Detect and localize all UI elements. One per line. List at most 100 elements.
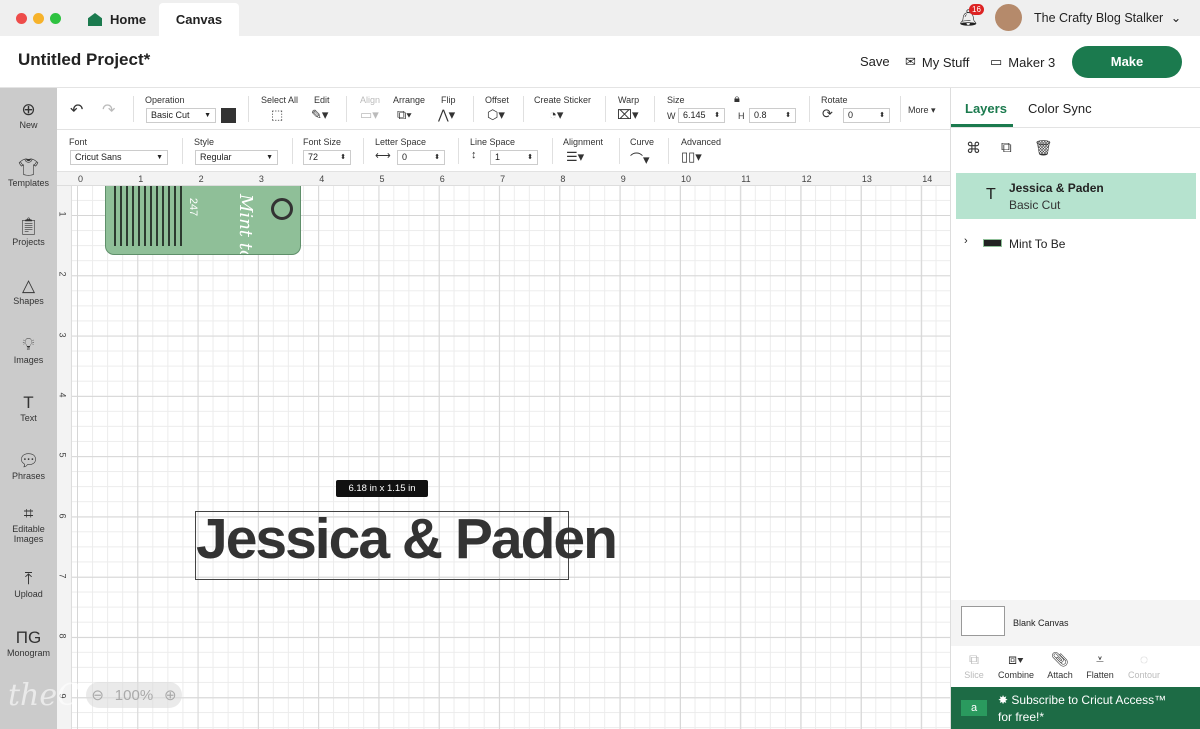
alignment-icon[interactable]: ☰▾ [566,149,584,165]
layer-item-mint-to-be[interactable]: › Mint To Be [956,234,1196,254]
jessica-paden-text[interactable]: Jessica & Paden [196,506,618,572]
maximize-window-button[interactable] [50,13,61,24]
tab-layers[interactable]: Layers [965,101,1007,116]
contour-button[interactable]: ◌ Contour [1121,648,1167,680]
ruler-tick-label: 2 [57,271,68,277]
rotate-value: 0 [848,110,854,120]
flatten-button[interactable]: ⩡ Flatten [1077,648,1123,680]
zoom-in-button[interactable]: ⊕ [164,686,177,704]
select-all-icon[interactable]: ⬚ [271,107,283,123]
blank-canvas-row[interactable]: Blank Canvas [951,600,1200,646]
font-select[interactable]: Cricut Sans ▼ [70,150,168,165]
rotate-icon: ⟳ [822,106,833,121]
flip-icon[interactable]: ⋀▾ [438,107,455,123]
arrange-label: Arrange [393,95,426,105]
notification-badge: 16 [969,4,984,15]
cricut-access-banner[interactable]: a ✸ Subscribe to Cricut Access™ for free… [951,687,1200,729]
rotate-input[interactable]: 0 ⬍ [843,108,890,123]
align-icon[interactable]: ▭▾ [360,107,379,123]
minimize-window-button[interactable] [33,13,44,24]
make-button[interactable]: Make [1072,46,1182,78]
width-input[interactable]: 6.145 ⬍ [678,108,725,123]
text-selection-box[interactable]: Jessica & Paden [195,507,618,580]
sidebar-item-templates[interactable]: 👕︎ Templates [0,158,57,188]
sidebar-item-new[interactable]: ⊕ New [0,100,57,130]
inbox-icon: ✉ [905,54,916,69]
ruler-tick-label: 12 [801,174,812,184]
user-menu[interactable]: The Crafty Blog Stalker ⌄ [1034,10,1181,25]
ruler-tick-label: 7 [500,174,506,184]
group-icon[interactable]: ⌘ [966,139,981,157]
tab-canvas[interactable]: Canvas [159,3,239,36]
edit-pencil-icon[interactable]: ✎▾ [311,107,328,123]
style-select[interactable]: Regular ▼ [195,150,278,165]
avatar[interactable] [995,4,1022,31]
my-stuff-button[interactable]: ✉ My Stuff [905,54,969,70]
sidebar-item-text[interactable]: T Text [0,393,57,423]
layer-operation: Basic Cut [1009,198,1061,212]
alignment-label: Alignment [563,137,604,147]
notifications-button[interactable]: 🔔︎ 16 [958,4,984,28]
user-name: The Crafty Blog Stalker [1034,11,1164,25]
design-canvas[interactable]: Mint to Be 247 6.18 in x 1.15 in Jessica… [72,186,950,729]
layer-item-jessica-paden[interactable]: T Jessica & Paden Basic Cut [956,173,1196,219]
style-value: Regular [200,152,232,162]
sidebar-item-editable-images[interactable]: ⌗ Editable Images [0,504,57,544]
letter-space-input[interactable]: 0 ⬍ [397,150,445,165]
slice-button[interactable]: ⧉ Slice [951,648,997,680]
mint-to-be-design[interactable]: Mint to Be 247 [105,186,301,255]
undo-icon[interactable]: ↶ [70,100,83,120]
line-space-input[interactable]: 1 ⬍ [490,150,538,165]
expand-chevron-icon[interactable]: › [964,235,968,247]
sidebar-item-monogram[interactable]: ΠG Monogram [0,628,57,658]
sidebar-item-phrases[interactable]: 💬︎ Phrases [0,451,57,481]
combine-button[interactable]: ⧈▾ Combine [993,648,1039,680]
operation-color-swatch[interactable] [221,108,236,123]
create-sticker-label: Create Sticker [534,95,592,105]
plus-circle-icon: ⊕ [21,100,36,119]
edit-toolbar: ↶ ↷ Operation Basic Cut ▼ Select All ⬚ Ed… [57,88,950,130]
align-label: Align [360,95,381,105]
height-input[interactable]: 0.8 ⬍ [749,108,796,123]
mint-number: 247 [187,197,200,217]
rotate-label: Rotate [821,95,848,105]
width-value: 6.145 [683,110,706,120]
advanced-icon[interactable]: ▯▯▾ [681,149,702,165]
more-label: More [908,105,929,115]
monogram-icon: ΠG [15,628,42,647]
lock-icon[interactable]: 🔒︎ [734,93,740,106]
operation-select[interactable]: Basic Cut ▼ [146,108,216,123]
close-window-button[interactable] [16,13,27,24]
sidebar-item-images[interactable]: 💡︎ Images [0,335,57,365]
flatten-icon: ⩡ [1096,651,1104,667]
zoom-out-button[interactable]: ⊖ [91,686,104,704]
save-button[interactable]: Save [860,54,890,69]
tab-color-sync[interactable]: Color Sync [1028,101,1092,116]
font-size-input[interactable]: 72 ⬍ [303,150,351,165]
warp-icon[interactable]: ⌧▾ [617,107,639,123]
slice-icon: ⧉ [969,651,979,667]
sidebar-item-shapes[interactable]: △ Shapes [0,276,57,306]
letter-space-value: 0 [402,152,408,162]
duplicate-icon[interactable]: ⧉ [1001,139,1012,156]
machine-button[interactable]: ▭ Maker 3 [990,54,1055,70]
font-size-label: Font Size [303,137,342,147]
redo-icon[interactable]: ↷ [102,100,115,120]
curve-icon[interactable]: ⌒▾ [630,149,650,168]
canvas-swatch[interactable] [961,606,1005,636]
warp-label: Warp [618,95,640,105]
operation-value: Basic Cut [151,110,190,120]
offset-icon[interactable]: ⬡▾ [487,107,505,123]
select-all-label: Select All [261,95,299,105]
sticker-icon[interactable]: ◔▾ [549,107,563,123]
operation-label: Operation [145,95,185,105]
tab-home[interactable]: Home [88,3,146,36]
sidebar-item-projects[interactable]: 📋︎ Projects [0,217,57,247]
text-toolbar: Font Cricut Sans ▼ Style Regular ▼ Font Si… [57,130,950,172]
arrange-icon[interactable]: ⧉▾ [397,107,412,123]
sidebar-item-upload[interactable]: ⤒ Upload [0,569,57,599]
more-button[interactable]: More ▾ [908,105,936,116]
line-space-value: 1 [495,152,501,162]
mint-to-be-text: Mint to Be [235,194,256,255]
delete-icon[interactable]: 🗑︎ [1034,139,1053,157]
